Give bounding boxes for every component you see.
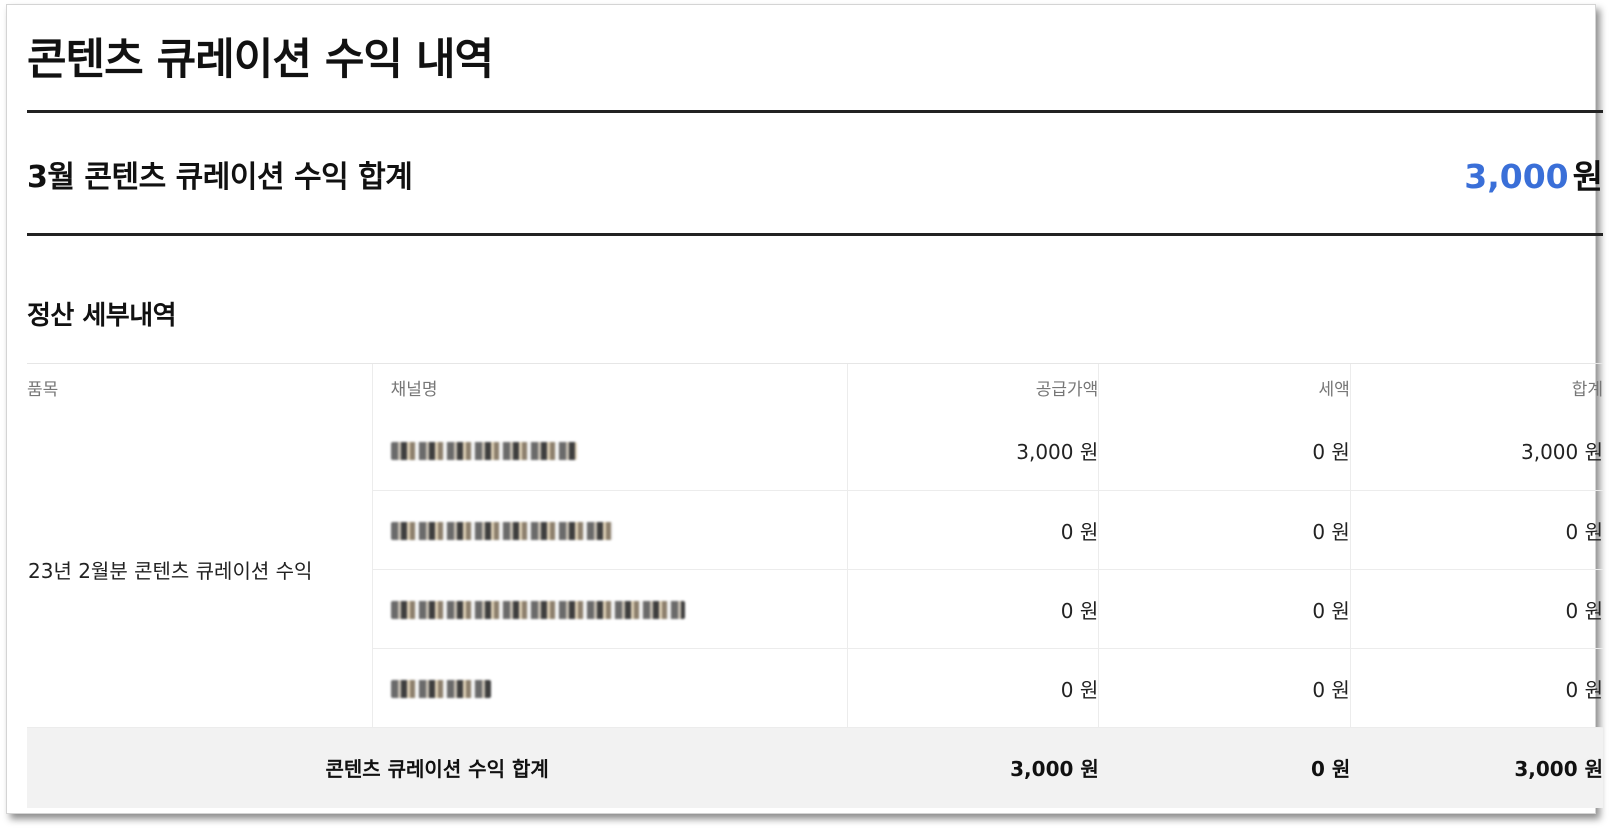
supply-amount: 0 원 [846, 569, 1099, 649]
col-header-tax: 세액 [1098, 363, 1351, 412]
earnings-panel: 콘텐츠 큐레이션 수익 내역 3월 콘텐츠 큐레이션 수익 합계 3,000 원 … [6, 4, 1603, 814]
item-name: 23년 2월분 콘텐츠 큐레이션 수익 [27, 411, 373, 728]
channel-name [372, 569, 848, 649]
total-amount: 0 원 [1349, 569, 1603, 649]
summary-divider [27, 233, 1603, 236]
grand-total-amount: 3,000 원 [1350, 727, 1603, 808]
redacted-channel-name [390, 679, 491, 698]
tax-amount: 0 원 [1098, 490, 1351, 570]
section-title: 정산 세부내역 [27, 301, 177, 331]
table-header-row: 품목 채널명 공급가액 세액 합계 [27, 363, 1603, 412]
redacted-channel-name [390, 600, 685, 619]
title-divider [27, 110, 1603, 113]
tax-amount: 0 원 [1098, 648, 1351, 728]
summary-label: 3월 콘텐츠 큐레이션 수익 합계 [27, 160, 413, 195]
tax-amount: 0 원 [1098, 569, 1351, 649]
summary-amount-unit: 원 [1572, 157, 1603, 196]
tax-amount: 0 원 [1098, 411, 1351, 491]
table-total-row: 콘텐츠 큐레이션 수익 합계 3,000 원 0 원 3,000 원 [27, 727, 1603, 808]
total-amount: 3,000 원 [1349, 411, 1603, 491]
total-amount: 0 원 [1349, 648, 1603, 728]
total-supply-amount: 3,000 원 [847, 727, 1099, 808]
supply-amount: 0 원 [846, 648, 1099, 728]
total-row-label: 콘텐츠 큐레이션 수익 합계 [27, 727, 848, 808]
col-header-total: 합계 [1349, 363, 1603, 412]
supply-amount: 3,000 원 [846, 411, 1099, 491]
summary-amount: 3,000 원 [1464, 150, 1603, 198]
channel-name [372, 490, 848, 570]
total-tax-amount: 0 원 [1098, 727, 1351, 808]
redacted-channel-name [390, 442, 577, 461]
col-header-item: 품목 [27, 363, 373, 412]
col-header-supply: 공급가액 [846, 363, 1099, 412]
settlement-table: 품목 채널명 공급가액 세액 합계 23년 2월분 콘텐츠 큐레이션 수익 3,… [27, 363, 1603, 808]
col-header-channel: 채널명 [371, 363, 848, 412]
summary-amount-value: 3,000 [1464, 157, 1569, 196]
table-row: 23년 2월분 콘텐츠 큐레이션 수익 3,000 원 0 원 3,000 원 [27, 411, 1603, 728]
page-title: 콘텐츠 큐레이션 수익 내역 [27, 35, 494, 85]
total-amount: 0 원 [1349, 490, 1603, 570]
supply-amount: 0 원 [846, 490, 1099, 570]
channel-name [372, 648, 848, 728]
redacted-channel-name [390, 521, 613, 540]
channel-name [372, 411, 848, 491]
